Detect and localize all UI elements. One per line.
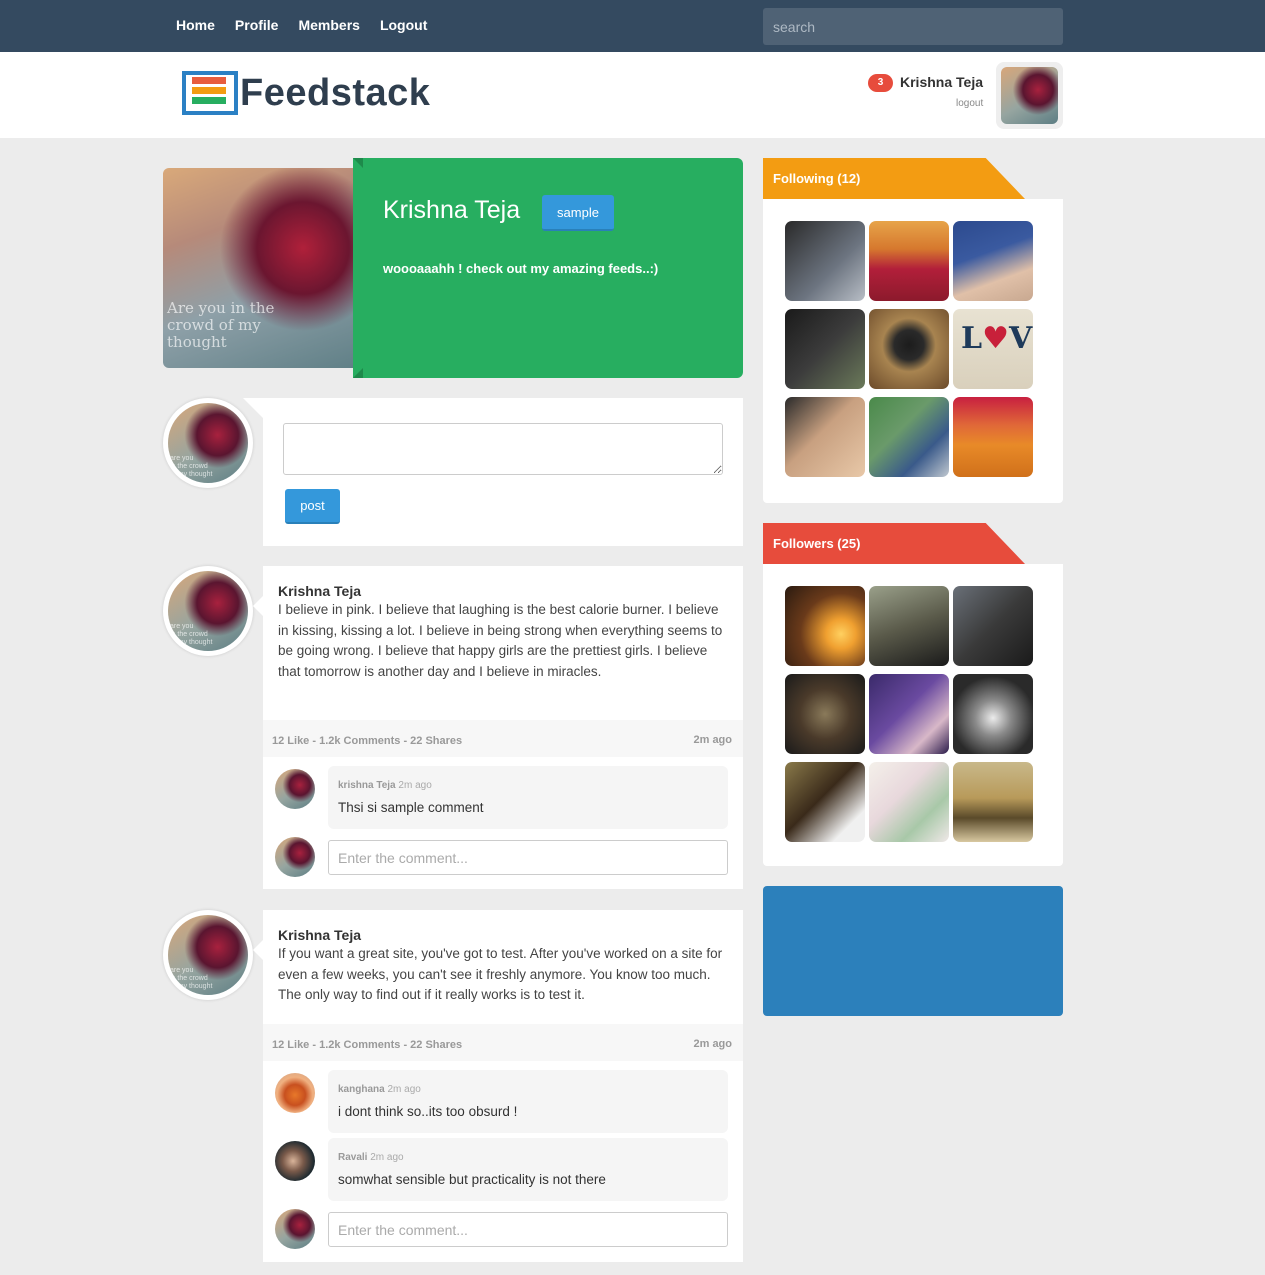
comment-bubble: Ravali 2m ago somwhat sensible but pract… — [328, 1138, 728, 1201]
search-input[interactable] — [763, 8, 1063, 45]
post-textarea[interactable] — [283, 423, 723, 475]
header-avatar[interactable] — [996, 62, 1063, 129]
post-author-avatar[interactable]: are you in the crowd of my thought — [163, 910, 253, 1000]
following-title[interactable]: Following (12) — [773, 171, 860, 186]
following-header: Following (12) — [763, 158, 1025, 199]
post-card: Krishna Teja If you want a great site, y… — [253, 910, 743, 1262]
following-avatar[interactable] — [953, 397, 1033, 477]
nav-logout[interactable]: Logout — [380, 17, 427, 33]
header-user-name[interactable]: Krishna Teja — [900, 74, 983, 90]
follower-avatar[interactable] — [785, 586, 865, 666]
top-navbar: Home Profile Members Logout — [0, 0, 1265, 52]
follower-avatar[interactable] — [785, 674, 865, 754]
post-text: If you want a great site, you've got to … — [278, 946, 723, 1003]
follower-avatar[interactable] — [869, 586, 949, 666]
follower-avatar[interactable] — [953, 762, 1033, 842]
comment-bubble: krishna Teja 2m ago Thsi si sample comme… — [328, 766, 728, 829]
following-avatar[interactable] — [785, 309, 865, 389]
comment-input[interactable] — [328, 1212, 728, 1247]
post-button[interactable]: post — [285, 489, 340, 524]
promo-box — [763, 886, 1063, 1016]
nav-members[interactable]: Members — [298, 17, 359, 33]
followers-grid — [785, 586, 1033, 842]
comment-input-avatar — [275, 837, 315, 877]
post-meta-bar: 12 Like - 1.2k Comments - 22 Shares 2m a… — [263, 720, 743, 757]
site-logo[interactable]: Feedstack — [182, 71, 430, 115]
following-avatar[interactable]: L♥V — [953, 309, 1033, 389]
post-author-avatar[interactable]: are you in the crowd of my thought — [163, 566, 253, 656]
follower-avatar[interactable] — [785, 762, 865, 842]
site-header: Feedstack 3 Krishna Teja logout — [0, 52, 1265, 138]
comment-time: 2m ago — [387, 1084, 421, 1095]
comment-time: 2m ago — [398, 780, 432, 791]
comment-input-avatar — [275, 1209, 315, 1249]
following-grid: L♥V — [785, 221, 1033, 477]
header-logout-link[interactable]: logout — [956, 98, 983, 109]
following-avatar[interactable] — [869, 309, 949, 389]
profile-name: Krishna Teja — [383, 196, 521, 224]
comment-author[interactable]: kanghana — [338, 1084, 385, 1095]
post-meta-bar: 12 Like - 1.2k Comments - 22 Shares 2m a… — [263, 1024, 743, 1061]
profile-cover-image: Are you in the crowd of my thought — [163, 168, 363, 368]
followers-header: Followers (25) — [763, 523, 1025, 564]
following-avatar[interactable] — [785, 397, 865, 477]
comment-text: i dont think so..its too obsurd ! — [338, 1104, 518, 1119]
followers-title[interactable]: Followers (25) — [773, 536, 860, 551]
logo-text: Feedstack — [240, 72, 431, 114]
post-card: Krishna Teja I believe in pink. I believ… — [253, 566, 743, 889]
comment-bubble: kanghana 2m ago i dont think so..its too… — [328, 1070, 728, 1133]
following-avatar[interactable] — [869, 221, 949, 301]
comment-author[interactable]: Ravali — [338, 1152, 367, 1163]
followers-panel — [763, 564, 1063, 866]
comment-avatar[interactable] — [275, 1073, 315, 1113]
composer-avatar: are you in the crowd of my thought — [163, 398, 253, 488]
following-avatar[interactable] — [953, 221, 1033, 301]
profile-card: Krishna Teja sample woooaaahh ! check ou… — [353, 158, 743, 378]
post-stats[interactable]: 12 Like - 1.2k Comments - 22 Shares — [272, 735, 462, 747]
comment-time: 2m ago — [370, 1152, 404, 1163]
follower-avatar[interactable] — [869, 762, 949, 842]
comment-author[interactable]: krishna Teja — [338, 780, 396, 791]
post-author[interactable]: Krishna Teja — [278, 927, 728, 943]
notification-badge[interactable]: 3 — [868, 74, 893, 92]
logo-icon — [182, 71, 238, 115]
comment-avatar[interactable] — [275, 769, 315, 809]
post-composer: post — [243, 398, 743, 546]
post-author[interactable]: Krishna Teja — [278, 583, 728, 599]
cover-image-caption: Are you in the crowd of my thought — [167, 299, 275, 351]
following-avatar[interactable] — [785, 221, 865, 301]
comment-avatar[interactable] — [275, 1141, 315, 1181]
post-stats[interactable]: 12 Like - 1.2k Comments - 22 Shares — [272, 1039, 462, 1051]
post-text: I believe in pink. I believe that laughi… — [278, 602, 723, 679]
nav-links: Home Profile Members Logout — [176, 17, 427, 33]
profile-bio: woooaaahh ! check out my amazing feeds..… — [383, 261, 659, 276]
nav-profile[interactable]: Profile — [235, 17, 279, 33]
following-panel: L♥V — [763, 199, 1063, 503]
nav-home[interactable]: Home — [176, 17, 215, 33]
comment-text: Thsi si sample comment — [338, 800, 484, 815]
following-avatar[interactable] — [869, 397, 949, 477]
profile-sample-button[interactable]: sample — [542, 195, 614, 231]
follower-avatar[interactable] — [869, 674, 949, 754]
post-time: 2m ago — [693, 734, 732, 746]
comment-text: somwhat sensible but practicality is not… — [338, 1172, 606, 1187]
comment-input[interactable] — [328, 840, 728, 875]
follower-avatar[interactable] — [953, 674, 1033, 754]
follower-avatar[interactable] — [953, 586, 1033, 666]
post-time: 2m ago — [693, 1038, 732, 1050]
